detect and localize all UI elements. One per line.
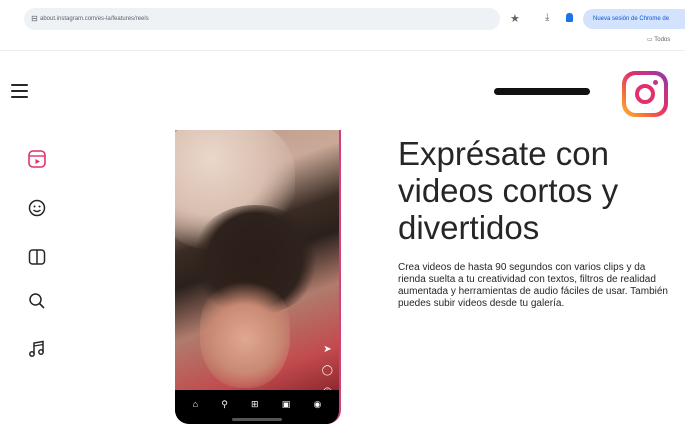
add-icon[interactable]: ⊞ <box>251 399 259 410</box>
profile-icon[interactable] <box>566 13 573 22</box>
comment-icon[interactable]: ◯ <box>322 365 333 376</box>
reel-phone-mockup: ➤ ◯ ◎ ⌂ ⚲ ⊞ ▣ ◉ <box>175 130 341 424</box>
search-icon[interactable]: ⚲ <box>221 399 228 410</box>
all-bookmarks-link[interactable]: ▭ Todos <box>647 36 670 43</box>
browser-toolbar: ⊟ about.instagram.com/es-la/features/ree… <box>0 0 685 48</box>
home-indicator <box>232 418 282 421</box>
share-icon[interactable]: ➤ <box>323 344 331 355</box>
feature-description: Crea videos de hasta 90 segundos con var… <box>398 262 668 309</box>
bookmark-star-icon[interactable]: ★ <box>510 12 520 25</box>
all-bookmarks-label: Todos <box>654 37 671 43</box>
reels-icon[interactable] <box>26 148 48 170</box>
book-icon[interactable] <box>26 246 48 268</box>
hamburger-icon[interactable] <box>11 84 28 98</box>
address-bar[interactable]: ⊟ about.instagram.com/es-la/features/ree… <box>24 8 500 30</box>
profile-icon[interactable]: ◉ <box>314 399 322 410</box>
site-info-icon[interactable]: ⊟ <box>31 8 38 30</box>
chrome-divider <box>0 50 685 51</box>
reel-video-face <box>200 278 290 388</box>
reels-icon[interactable]: ▣ <box>282 399 291 410</box>
home-icon[interactable]: ⌂ <box>193 399 198 409</box>
page-title: Exprésate con videos cortos y divertidos <box>398 135 619 246</box>
music-icon[interactable] <box>26 338 48 360</box>
sticker-icon[interactable] <box>26 197 48 219</box>
instagram-logo[interactable] <box>622 71 668 117</box>
chrome-session-button[interactable]: Nueva sesión de Chrome de <box>583 9 685 29</box>
download-icon[interactable]: ⤓ <box>545 12 549 23</box>
redacted-wordmark <box>494 88 590 95</box>
search-icon[interactable] <box>26 290 48 312</box>
url-text: about.instagram.com/es-la/features/reels <box>40 16 149 22</box>
